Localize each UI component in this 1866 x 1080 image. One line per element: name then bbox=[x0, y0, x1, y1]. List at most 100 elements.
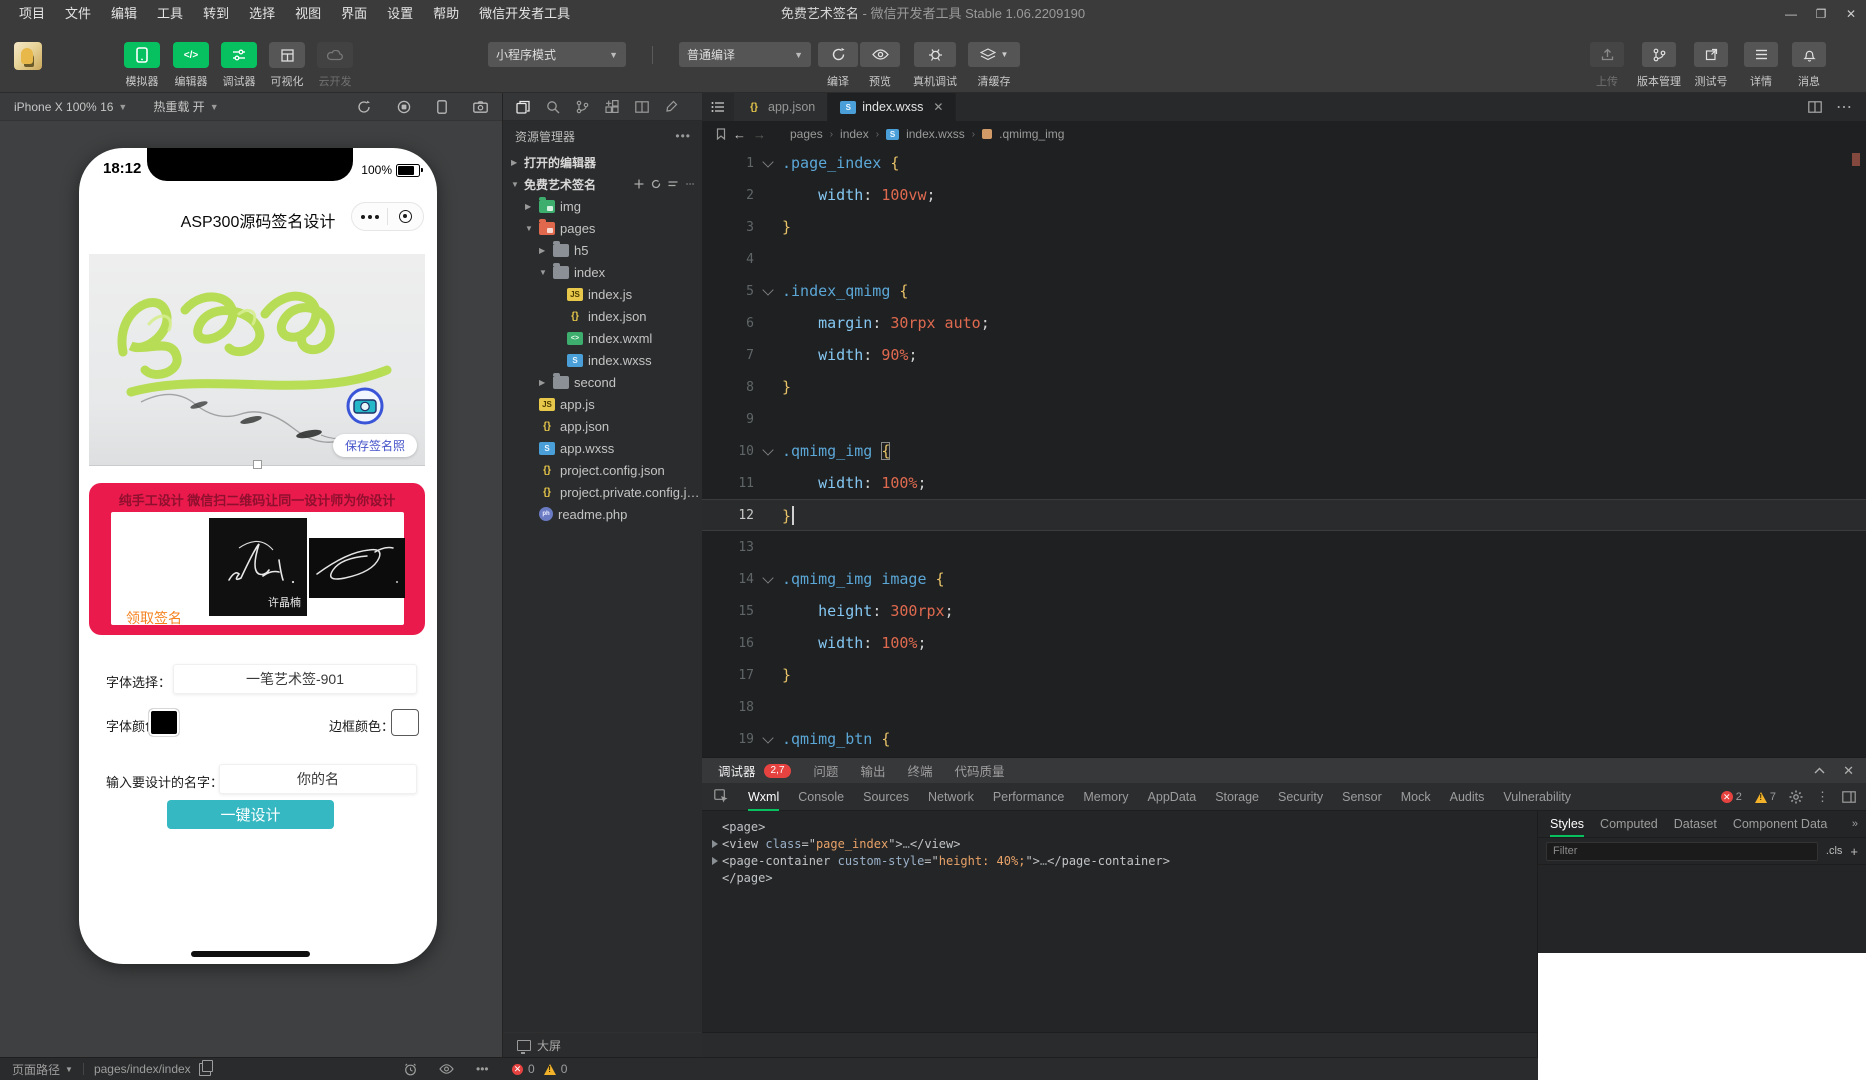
tree-item[interactable]: ▶second bbox=[503, 371, 703, 393]
fold-icon[interactable] bbox=[754, 737, 782, 742]
close-panel-icon[interactable]: ✕ bbox=[1843, 763, 1854, 779]
font-color-swatch[interactable] bbox=[149, 709, 179, 736]
devtools-tab-audits[interactable]: Audits bbox=[1450, 783, 1485, 811]
tree-item[interactable]: ▼免费艺术签名 bbox=[503, 173, 703, 195]
search-icon[interactable] bbox=[546, 100, 560, 114]
more-icon[interactable]: ••• bbox=[476, 1062, 489, 1076]
tree-item[interactable]: index.wxml bbox=[503, 327, 703, 349]
close-tab-icon[interactable]: ✕ bbox=[933, 100, 943, 114]
dom-node[interactable]: <page> bbox=[710, 818, 1537, 835]
fold-icon[interactable] bbox=[754, 161, 782, 166]
open-editors-icon[interactable] bbox=[702, 93, 734, 121]
tab-index-wxss[interactable]: index.wxss ✕ bbox=[828, 93, 956, 121]
code-line[interactable]: 6 margin: 30rpx auto; bbox=[702, 307, 1866, 339]
test-account-button[interactable] bbox=[1694, 42, 1728, 67]
big-screen-section[interactable]: 大屏 bbox=[503, 1032, 703, 1057]
fold-icon[interactable] bbox=[754, 449, 782, 454]
code-line[interactable]: 13 bbox=[702, 531, 1866, 563]
tab-app-json[interactable]: app.json bbox=[734, 93, 828, 121]
exit-target-icon[interactable] bbox=[388, 210, 423, 223]
breadcrumb-pages[interactable]: pages bbox=[790, 127, 823, 141]
resize-handle[interactable] bbox=[253, 460, 262, 469]
styles-tab-computed[interactable]: Computed bbox=[1600, 811, 1658, 837]
tree-item[interactable]: ▼pages bbox=[503, 217, 703, 239]
device-debug-button[interactable] bbox=[914, 42, 956, 67]
split-editor-icon[interactable] bbox=[1808, 101, 1822, 113]
wxml-dom-tree[interactable]: <page><view class="page_index">…</view><… bbox=[702, 811, 1537, 1032]
upload-button[interactable] bbox=[1590, 42, 1624, 67]
more-icon[interactable] bbox=[685, 179, 695, 189]
maximize-icon[interactable]: ❐ bbox=[1806, 0, 1836, 28]
code-line[interactable]: 14.qmimg_img image { bbox=[702, 563, 1866, 595]
devtools-tab-storage[interactable]: Storage bbox=[1215, 783, 1259, 811]
menu-item-1[interactable]: 项目 bbox=[10, 0, 54, 28]
more-menu-icon[interactable] bbox=[352, 215, 387, 219]
forward-icon[interactable]: → bbox=[753, 127, 766, 142]
tree-item[interactable]: project.private.config.js... bbox=[503, 481, 703, 503]
menu-item-9[interactable]: 设置 bbox=[378, 0, 422, 28]
debugger-tab-2[interactable]: 问题 bbox=[813, 761, 838, 780]
tree-item[interactable]: project.config.json bbox=[503, 459, 703, 481]
cloud-dev-button[interactable]: 云开发 bbox=[317, 42, 353, 84]
preview-button[interactable] bbox=[860, 42, 900, 67]
more-icon[interactable]: ••• bbox=[675, 129, 691, 143]
devtools-tab-appdata[interactable]: AppData bbox=[1148, 783, 1197, 811]
name-input[interactable]: 你的名 bbox=[219, 764, 417, 794]
tree-item[interactable]: readme.php bbox=[503, 503, 703, 525]
code-line[interactable]: 16 width: 100%; bbox=[702, 627, 1866, 659]
tree-item[interactable]: index.json bbox=[503, 305, 703, 327]
devtools-tab-wxml[interactable]: Wxml bbox=[748, 783, 779, 811]
compile-button[interactable] bbox=[818, 42, 858, 67]
tree-item[interactable]: app.json bbox=[503, 415, 703, 437]
tree-item[interactable]: ▶打开的编辑器 bbox=[503, 151, 703, 173]
details-button[interactable] bbox=[1744, 42, 1778, 67]
collapse-panel-icon[interactable] bbox=[1814, 767, 1825, 774]
code-line[interactable]: 4 bbox=[702, 243, 1866, 275]
menu-item-2[interactable]: 文件 bbox=[56, 0, 100, 28]
hot-reload-select[interactable]: 热重载 开▼ bbox=[153, 98, 218, 115]
code-line[interactable]: 8} bbox=[702, 371, 1866, 403]
alarm-icon[interactable] bbox=[404, 1063, 417, 1076]
settings-gear-icon[interactable] bbox=[1789, 790, 1803, 804]
code-line[interactable]: 5.index_qmimg { bbox=[702, 275, 1866, 307]
clear-cache-button[interactable]: ▼ bbox=[968, 42, 1020, 67]
new-file-icon[interactable] bbox=[634, 179, 644, 189]
code-line[interactable]: 3} bbox=[702, 211, 1866, 243]
eye-icon[interactable] bbox=[439, 1064, 454, 1074]
tree-item[interactable]: ▶h5 bbox=[503, 239, 703, 261]
devtools-tab-vulnerability[interactable]: Vulnerability bbox=[1503, 783, 1571, 811]
overflow-chevron-icon[interactable]: » bbox=[1852, 818, 1866, 830]
tree-item[interactable]: app.wxss bbox=[503, 437, 703, 459]
styles-tab-component-data[interactable]: Component Data bbox=[1733, 811, 1828, 837]
breadcrumb-symbol[interactable]: .qmimg_img bbox=[999, 127, 1064, 141]
files-icon[interactable] bbox=[516, 100, 530, 114]
tree-item[interactable]: index.wxss bbox=[503, 349, 703, 371]
code-area[interactable]: 1.page_index {2 width: 100vw;3}45.index_… bbox=[702, 147, 1866, 755]
devtools-tab-sources[interactable]: Sources bbox=[863, 783, 909, 811]
debugger-tab-5[interactable]: 代码质量 bbox=[954, 761, 1004, 780]
avatar[interactable] bbox=[14, 42, 42, 70]
breadcrumb-file[interactable]: index.wxss bbox=[906, 127, 965, 141]
font-select[interactable]: 一笔艺术签-901 bbox=[173, 664, 417, 694]
dom-node[interactable]: </page> bbox=[710, 869, 1537, 886]
extensions-icon[interactable] bbox=[605, 100, 619, 114]
devtools-tab-network[interactable]: Network bbox=[928, 783, 974, 811]
menu-item-10[interactable]: 帮助 bbox=[424, 0, 468, 28]
devtools-tab-performance[interactable]: Performance bbox=[993, 783, 1065, 811]
menu-item-7[interactable]: 视图 bbox=[286, 0, 330, 28]
tree-item[interactable]: app.js bbox=[503, 393, 703, 415]
split-layout-icon[interactable] bbox=[635, 101, 649, 113]
styles-tab-dataset[interactable]: Dataset bbox=[1674, 811, 1717, 837]
code-line[interactable]: 11 width: 100%; bbox=[702, 467, 1866, 499]
more-actions-icon[interactable]: ⋯ bbox=[1836, 97, 1852, 117]
error-badge[interactable]: ✕2 bbox=[1721, 791, 1742, 803]
tree-item[interactable]: ▼index bbox=[503, 261, 703, 283]
claim-signature-link[interactable]: 领取签名 bbox=[126, 608, 182, 628]
devtools-tab-mock[interactable]: Mock bbox=[1401, 783, 1431, 811]
restart-icon[interactable] bbox=[357, 100, 371, 114]
styles-tab-styles[interactable]: Styles bbox=[1550, 811, 1584, 837]
dom-node[interactable]: <page-container custom-style="height: 40… bbox=[710, 852, 1537, 869]
screenshot-icon[interactable] bbox=[473, 101, 488, 113]
record-icon[interactable] bbox=[397, 100, 411, 114]
style-filter-input[interactable] bbox=[1546, 842, 1818, 861]
